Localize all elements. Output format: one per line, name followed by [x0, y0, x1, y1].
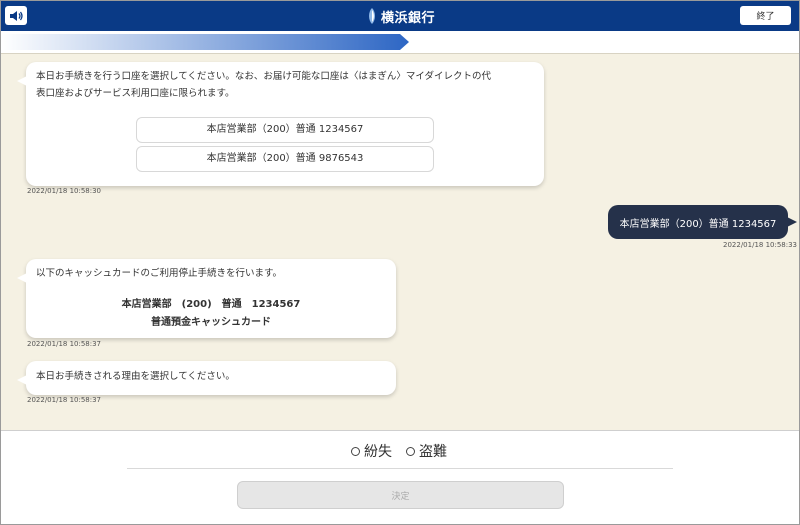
progress-bar: [1, 34, 409, 50]
user-message: 本店営業部（200）普通 1234567: [608, 205, 797, 239]
account-option-button[interactable]: 本店営業部（200）普通 9876543: [136, 146, 434, 172]
radio-circle-icon[interactable]: [351, 446, 360, 456]
confirm-card-text: 普通預金キャッシュカード: [151, 317, 271, 328]
message-text-line: 本日お手続きを行う口座を選択してください。なお、お届け可能な口座は〈はまぎん〉マ…: [36, 71, 492, 82]
chat-area: 本日お手続きを行う口座を選択してください。なお、お届け可能な口座は〈はまぎん〉マ…: [1, 53, 799, 430]
bot-message-confirm-card: 以下のキャッシュカードのご利用停止手続きを行います。 本店営業部 (200) 普…: [17, 259, 396, 338]
timestamp: 2022/01/18 10:58:30: [27, 187, 102, 195]
speaker-icon: [10, 10, 23, 21]
sound-button[interactable]: [5, 6, 27, 25]
message-text-line: 表口座およびサービス利用口座に限られます。: [36, 87, 235, 99]
end-button[interactable]: 終了: [740, 6, 791, 25]
confirm-account-text: 本店営業部 (200) 普通 1234567: [121, 299, 301, 310]
radio-lost-label: 紛失: [364, 444, 392, 460]
bot-message-reason: 本日お手続きされる理由を選択してください。: [17, 361, 396, 395]
timestamp: 2022/01/18 10:58:33: [723, 241, 798, 249]
bank-name: 横浜銀行: [381, 10, 436, 26]
radio-circle-icon[interactable]: [406, 446, 415, 456]
reason-options: 紛失 盗難: [351, 441, 447, 461]
message-text-line: 本日お手続きされる理由を選択してください。: [36, 371, 235, 382]
bot-message-account-select: 本日お手続きを行う口座を選択してください。なお、お届け可能な口座は〈はまぎん〉マ…: [17, 62, 544, 186]
account-option-button[interactable]: 本店営業部（200）普通 1234567: [136, 117, 434, 143]
radio-stolen[interactable]: 盗難: [406, 441, 447, 461]
radio-lost[interactable]: 紛失: [351, 441, 392, 461]
header-bar: 横浜銀行 終了: [1, 1, 799, 31]
decide-button[interactable]: 決定: [237, 481, 564, 509]
timestamp: 2022/01/18 10:58:37: [27, 396, 102, 404]
input-panel: 紛失 盗難 決定: [1, 430, 799, 524]
app-window: 横浜銀行 終了 本日お手続きを行う口座を選択してください。なお、お届け可能な口座…: [0, 0, 800, 525]
bank-logo-mark-icon: [369, 8, 375, 24]
divider: [127, 468, 673, 469]
message-text-line: 以下のキャッシュカードのご利用停止手続きを行います。: [36, 268, 283, 279]
timestamp: 2022/01/18 10:58:37: [27, 340, 102, 348]
bank-logo: 横浜銀行: [367, 7, 436, 26]
progress-area: [1, 31, 799, 53]
radio-stolen-label: 盗難: [419, 444, 447, 460]
